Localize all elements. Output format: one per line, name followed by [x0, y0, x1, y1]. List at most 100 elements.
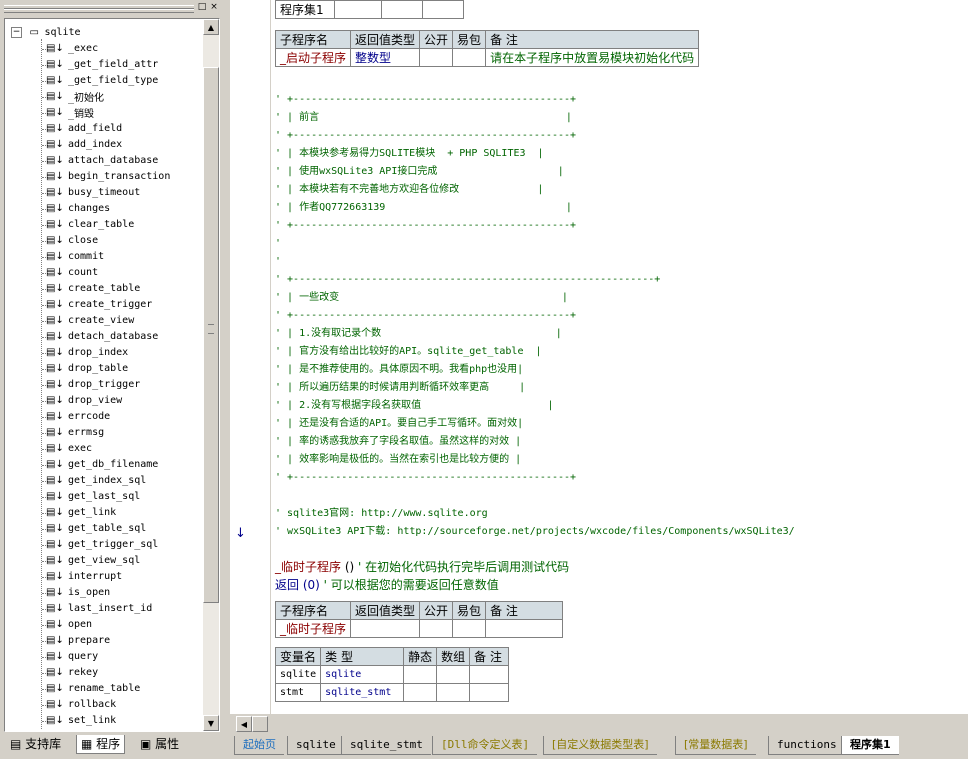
tree-item[interactable]: ▤↓ rekey	[46, 665, 98, 681]
easy-pack-cell[interactable]	[452, 48, 487, 67]
tree-item[interactable]: ▤↓ set_link	[46, 713, 116, 729]
array-cell[interactable]	[436, 683, 471, 702]
comment-line[interactable]: ' +-------------------------------------…	[275, 271, 660, 289]
tree-item[interactable]: ▤↓ _初始化	[46, 89, 104, 105]
remark-cell[interactable]	[469, 683, 510, 702]
tree-item[interactable]: ▤↓ errcode	[46, 409, 110, 425]
comment-line[interactable]: ' | 1.没有取记录个数 |	[275, 325, 562, 343]
comment-line[interactable]: ' | 本模块参考易得力SQLITE模块 + PHP SQLITE3 |	[275, 145, 544, 163]
comment-line[interactable]: ' +-------------------------------------…	[275, 127, 576, 145]
tree-item[interactable]: ▤↓ interrupt	[46, 569, 122, 585]
tree-item[interactable]: ▤↓ is_open	[46, 585, 110, 601]
scroll-up-icon[interactable]: ▲	[203, 19, 219, 35]
empty-cell[interactable]	[334, 0, 382, 19]
tree-item[interactable]: ▤↓ _exec	[46, 41, 98, 57]
variable-type-cell[interactable]: sqlite	[320, 665, 405, 684]
tree-item[interactable]: ▤↓ _销毁	[46, 105, 94, 121]
tree-item[interactable]: ▤↓ prepare	[46, 633, 110, 649]
comment-line[interactable]: ' wxSQLite3 API下载: http://sourceforge.ne…	[275, 523, 795, 541]
comment-line[interactable]: ' | 所以遍历结果的时候请用判断循环效率更高 |	[275, 379, 525, 397]
tree-item[interactable]: ▤↓ close	[46, 233, 98, 249]
tree-item[interactable]: ▤↓ get_table_sql	[46, 521, 146, 537]
variable-name-cell[interactable]: stmt	[274, 683, 322, 702]
tree-item[interactable]: ▤↓ add_index	[46, 137, 122, 153]
tree-item[interactable]: ▤↓ commit	[46, 249, 104, 265]
remark-cell[interactable]	[485, 619, 564, 638]
tab-sqlite[interactable]: sqlite	[287, 736, 344, 755]
comment-line[interactable]: ' | 作者QQ772663139 |	[275, 199, 572, 217]
comment-line[interactable]: '	[275, 253, 281, 271]
tree-item[interactable]: ▤↓ create_view	[46, 313, 134, 329]
tab-sqlite-stmt[interactable]: sqlite_stmt	[341, 736, 431, 755]
comment-line[interactable]: ' | 率的诱惑我放弃了字段名取值。虽然这样的对效 |	[275, 433, 521, 451]
remark-cell[interactable]: 请在本子程序中放置易模块初始化代码	[485, 48, 700, 67]
tree-item[interactable]: ▤↓ get_index_sql	[46, 473, 146, 489]
tree-item[interactable]: ▤↓ busy_timeout	[46, 185, 140, 201]
tree-item[interactable]: ▤↓ drop_trigger	[46, 377, 140, 393]
tab-library[interactable]: ▤ 支持库	[6, 735, 66, 753]
code-line-return[interactable]: 返回 (0) ' 可以根据您的需要返回任意数值	[275, 576, 499, 594]
tree-item[interactable]: ▤↓ get_view_sql	[46, 553, 140, 569]
tab-program[interactable]: ▦ 程序	[76, 735, 126, 754]
tree-item[interactable]: ▤↓ drop_table	[46, 361, 128, 377]
comment-line[interactable]: ' | 前言 |	[275, 109, 572, 127]
tree-item[interactable]: ▤↓ create_trigger	[46, 297, 152, 313]
code-line-temp-sub[interactable]: _临时子程序 () ' 在初始化代码执行完毕后调用测试代码	[275, 558, 569, 576]
comment-line[interactable]: ' sqlite3官网: http://www.sqlite.org	[275, 505, 488, 523]
tree-item[interactable]: ▤↓ _get_field_attr	[46, 57, 158, 73]
comment-line[interactable]: ' | 官方没有给出比较好的API。sqlite_get_table |	[275, 343, 542, 361]
tab-assembly-1[interactable]: 程序集1	[841, 736, 899, 755]
tab-constants[interactable]: [常量数据表]	[675, 736, 756, 755]
static-cell[interactable]	[403, 683, 438, 702]
tree-item[interactable]: ▤↓ get_trigger_sql	[46, 537, 158, 553]
comment-line[interactable]: ' +-------------------------------------…	[275, 469, 576, 487]
empty-cell[interactable]	[422, 0, 464, 19]
tree-scrollbar[interactable]: ▲ ▼	[203, 19, 219, 731]
tree-item[interactable]: ▤↓ clear_table	[46, 217, 134, 233]
code-editor[interactable]: ↓ 程序集1 子程序名 返回值类型 公开 易包 备 注 _启动子程序 整数型 请…	[230, 0, 968, 714]
tree-item[interactable]: ▤↓ get_last_sql	[46, 489, 140, 505]
tree-item[interactable]: ▤↓ errmsg	[46, 425, 104, 441]
tab-custom-types[interactable]: [自定义数据类型表]	[543, 736, 657, 755]
tree-item[interactable]: ▤↓ _get_field_type	[46, 73, 158, 89]
comment-line[interactable]: ' | 2.没有写根据字段名获取值 |	[275, 397, 554, 415]
easy-pack-cell[interactable]	[452, 619, 487, 638]
tree-item[interactable]: ▤↓ attach_database	[46, 153, 158, 169]
subroutine-name-cell[interactable]: _临时子程序	[274, 619, 352, 638]
variable-name-cell[interactable]: sqlite	[274, 665, 322, 684]
tab-dll-commands[interactable]: [Dll命令定义表]	[432, 736, 538, 755]
tree-item[interactable]: ▤↓ rollback	[46, 697, 116, 713]
collapse-icon[interactable]: −	[11, 26, 22, 38]
scroll-left-icon[interactable]: ◀	[236, 716, 252, 732]
tree-item[interactable]: ▤↓ drop_view	[46, 393, 122, 409]
tree-item[interactable]: ▤↓ drop_index	[46, 345, 128, 361]
tree-item[interactable]: ▤↓ exec	[46, 441, 92, 457]
comment-line[interactable]: ' | 使用wxSQLite3 API接口完成 |	[275, 163, 564, 181]
scroll-down-icon[interactable]: ▼	[203, 715, 219, 731]
tree-item[interactable]: ▤↓ count	[46, 265, 98, 281]
tree-root[interactable]: − ▭ sqlite	[11, 25, 81, 41]
remark-cell[interactable]	[469, 665, 510, 684]
tab-start-page[interactable]: 起始页	[234, 736, 284, 755]
public-cell[interactable]	[419, 619, 454, 638]
tree-item[interactable]: ▤↓ changes	[46, 201, 110, 217]
comment-line[interactable]: ' +-------------------------------------…	[275, 217, 576, 235]
public-cell[interactable]	[419, 48, 454, 67]
tree-item[interactable]: ▤↓ rename_table	[46, 681, 140, 697]
tree-item[interactable]: ▤↓ open	[46, 617, 92, 633]
horizontal-scrollbar[interactable]: ◀	[230, 714, 968, 734]
maximize-icon[interactable]: □	[197, 2, 207, 12]
variable-type-cell[interactable]: sqlite_stmt	[320, 683, 405, 702]
panel-splitter[interactable]	[222, 0, 230, 759]
assembly-name-cell[interactable]: 程序集1	[275, 0, 335, 19]
tree-item[interactable]: ▤↓ detach_database	[46, 329, 158, 345]
comment-line[interactable]: ' +-------------------------------------…	[275, 91, 576, 109]
return-type-cell[interactable]	[350, 619, 421, 638]
array-cell[interactable]	[436, 665, 471, 684]
tree-item[interactable]: ▤↓ begin_transaction	[46, 169, 170, 185]
tab-functions[interactable]: functions	[768, 736, 845, 755]
tree-item[interactable]: ▤↓ query	[46, 649, 98, 665]
tree-item[interactable]: ▤↓ last_insert_id	[46, 601, 152, 617]
comment-line[interactable]: ' | 一些改变 |	[275, 289, 568, 307]
comment-line[interactable]: ' | 是不推荐使用的。具体原因不明。我看php也没用|	[275, 361, 523, 379]
